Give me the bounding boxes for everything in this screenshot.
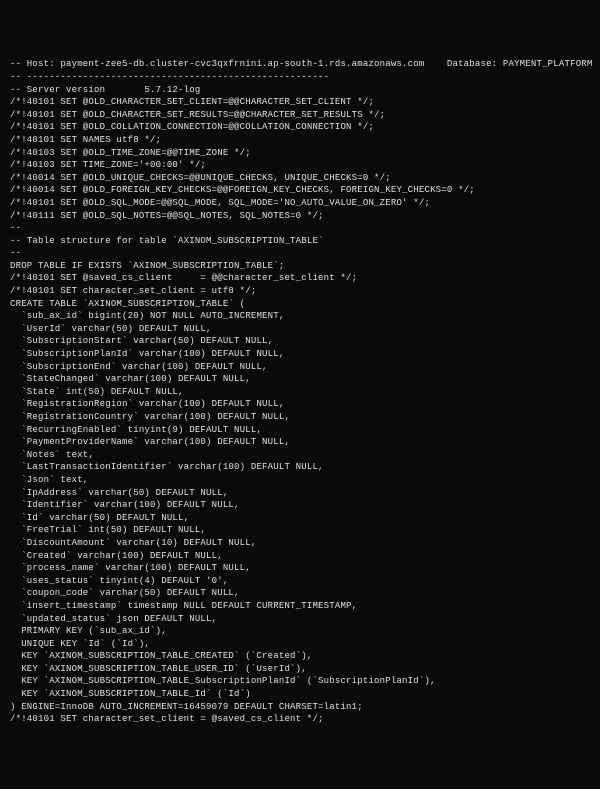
code-line: `updated_status` json DEFAULT NULL,: [10, 613, 590, 626]
code-line: -- Host: payment-zee5-db.cluster-cvc3qxf…: [10, 58, 590, 71]
code-line: UNIQUE KEY `Id` (`Id`),: [10, 638, 590, 651]
code-line: `RegistrationRegion` varchar(100) DEFAUL…: [10, 398, 590, 411]
code-line: /*!40101 SET @OLD_CHARACTER_SET_CLIENT=@…: [10, 96, 590, 109]
code-line: KEY `AXINOM_SUBSCRIPTION_TABLE_Subscript…: [10, 675, 590, 688]
code-line: `SubscriptionEnd` varchar(100) DEFAULT N…: [10, 361, 590, 374]
code-line: `Id` varchar(50) DEFAULT NULL,: [10, 512, 590, 525]
code-line: KEY `AXINOM_SUBSCRIPTION_TABLE_Id` (`Id`…: [10, 688, 590, 701]
code-line: KEY `AXINOM_SUBSCRIPTION_TABLE_CREATED` …: [10, 650, 590, 663]
code-line: DROP TABLE IF EXISTS `AXINOM_SUBSCRIPTIO…: [10, 260, 590, 273]
code-line: `coupon_code` varchar(50) DEFAULT NULL,: [10, 587, 590, 600]
code-line: -- Table structure for table `AXINOM_SUB…: [10, 235, 590, 248]
code-line: --: [10, 222, 590, 235]
code-line: /*!40101 SET NAMES utf8 */;: [10, 134, 590, 147]
code-line: /*!40111 SET @OLD_SQL_NOTES=@@SQL_NOTES,…: [10, 210, 590, 223]
code-line: -- Server version 5.7.12-log: [10, 84, 590, 97]
code-line: `LastTransactionIdentifier` varchar(100)…: [10, 461, 590, 474]
code-line: `PaymentProviderName` varchar(100) DEFAU…: [10, 436, 590, 449]
code-line: `SubscriptionPlanId` varchar(100) DEFAUL…: [10, 348, 590, 361]
code-line: `StateChanged` varchar(100) DEFAULT NULL…: [10, 373, 590, 386]
code-line: ) ENGINE=InnoDB AUTO_INCREMENT=16459079 …: [10, 701, 590, 714]
code-line: `IpAddress` varchar(50) DEFAULT NULL,: [10, 487, 590, 500]
code-line: PRIMARY KEY (`sub_ax_id`),: [10, 625, 590, 638]
code-line: `UserId` varchar(50) DEFAULT NULL,: [10, 323, 590, 336]
code-line: /*!40014 SET @OLD_FOREIGN_KEY_CHECKS=@@F…: [10, 184, 590, 197]
code-line: `State` int(50) DEFAULT NULL,: [10, 386, 590, 399]
code-line: `DiscountAmount` varchar(10) DEFAULT NUL…: [10, 537, 590, 550]
code-line: `FreeTrial` int(50) DEFAULT NULL,: [10, 524, 590, 537]
code-line: /*!40101 SET @OLD_COLLATION_CONNECTION=@…: [10, 121, 590, 134]
code-line: `RegistrationCountry` varchar(100) DEFAU…: [10, 411, 590, 424]
code-line: `process_name` varchar(100) DEFAULT NULL…: [10, 562, 590, 575]
code-line: /*!40101 SET @OLD_SQL_MODE=@@SQL_MODE, S…: [10, 197, 590, 210]
code-line: `Created` varchar(100) DEFAULT NULL,: [10, 550, 590, 563]
code-line: `Notes` text,: [10, 449, 590, 462]
code-line: /*!40101 SET character_set_client = utf8…: [10, 285, 590, 298]
code-line: /*!40101 SET @OLD_CHARACTER_SET_RESULTS=…: [10, 109, 590, 122]
code-line: `insert_timestamp` timestamp NULL DEFAUL…: [10, 600, 590, 613]
code-line: `RecurringEnabled` tinyint(9) DEFAULT NU…: [10, 424, 590, 437]
code-line: `SubscriptionStart` varchar(50) DEFAULT …: [10, 335, 590, 348]
code-line: `Identifier` varchar(100) DEFAULT NULL,: [10, 499, 590, 512]
code-line: /*!40101 SET @saved_cs_client = @@charac…: [10, 272, 590, 285]
code-line: CREATE TABLE `AXINOM_SUBSCRIPTION_TABLE`…: [10, 298, 590, 311]
code-line: --: [10, 247, 590, 260]
code-line: /*!40014 SET @OLD_UNIQUE_CHECKS=@@UNIQUE…: [10, 172, 590, 185]
terminal-output: -- Host: payment-zee5-db.cluster-cvc3qxf…: [10, 58, 590, 725]
code-line: /*!40103 SET TIME_ZONE='+00:00' */;: [10, 159, 590, 172]
code-line: KEY `AXINOM_SUBSCRIPTION_TABLE_USER_ID` …: [10, 663, 590, 676]
code-line: `uses_status` tinyint(4) DEFAULT '0',: [10, 575, 590, 588]
code-line: -- -------------------------------------…: [10, 71, 590, 84]
code-line: `sub_ax_id` bigint(20) NOT NULL AUTO_INC…: [10, 310, 590, 323]
code-line: /*!40101 SET character_set_client = @sav…: [10, 713, 590, 726]
code-line: /*!40103 SET @OLD_TIME_ZONE=@@TIME_ZONE …: [10, 147, 590, 160]
code-line: `Json` text,: [10, 474, 590, 487]
